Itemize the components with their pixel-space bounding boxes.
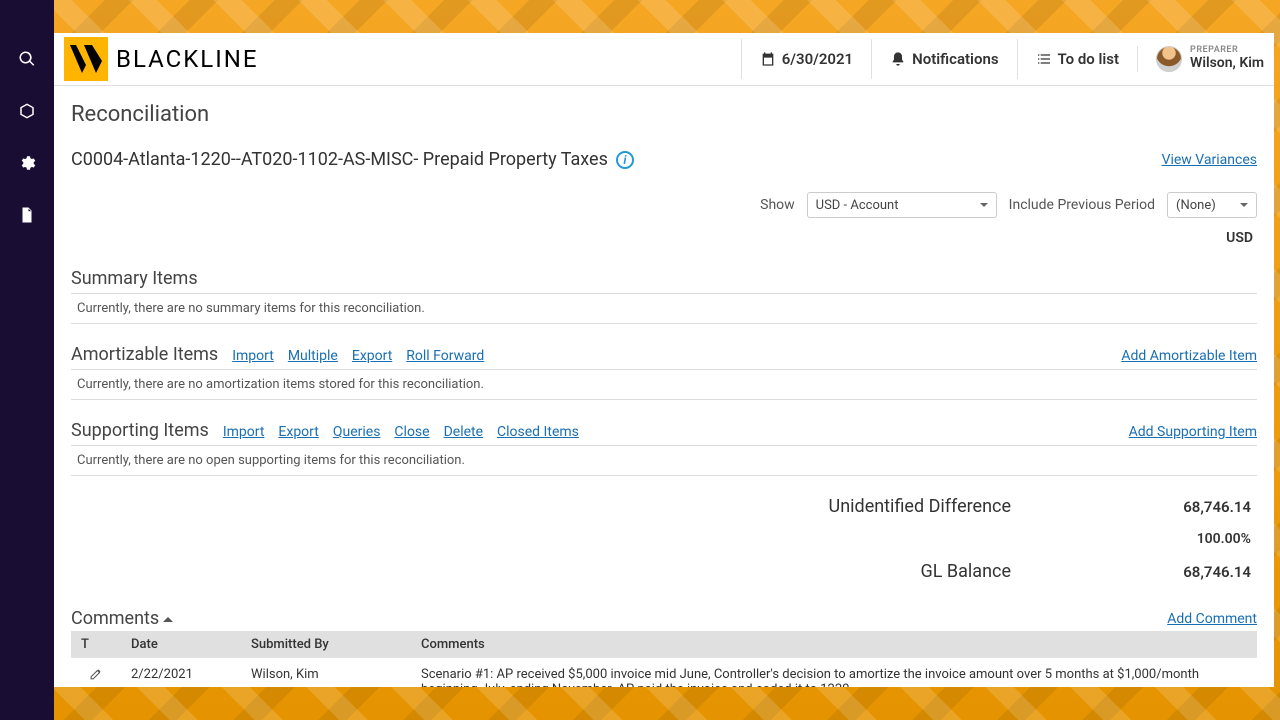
gl-balance-label: GL Balance [920, 561, 1011, 582]
amort-multiple-link[interactable]: Multiple [288, 348, 338, 364]
period-date[interactable]: 6/30/2021 [741, 39, 871, 79]
chevron-up-icon [163, 612, 173, 622]
comment-text: Scenario #1: AP received $5,000 invoice … [411, 658, 1257, 687]
todo-label: To do list [1058, 50, 1120, 68]
comment-by: Wilson, Kim [241, 658, 411, 687]
col-by: Submitted By [241, 631, 411, 658]
document-icon[interactable] [18, 206, 36, 224]
main-panel: BLACKLINE 6/30/2021 Notifications To do … [54, 33, 1274, 687]
logo-mark [64, 37, 108, 81]
supp-close-link[interactable]: Close [394, 424, 429, 440]
col-text: Comments [411, 631, 1257, 658]
comments-table: T Date Submitted By Comments 2/22/2021 W… [71, 631, 1257, 687]
list-check-icon [1036, 51, 1052, 67]
amort-rollforward-link[interactable]: Roll Forward [406, 348, 484, 364]
amort-export-link[interactable]: Export [352, 348, 392, 364]
supporting-empty: Currently, there are no open supporting … [71, 445, 1257, 476]
header-bar: BLACKLINE 6/30/2021 Notifications To do … [54, 33, 1274, 86]
account-name: C0004-Atlanta-1220--AT020-1102-AS-MISC- … [71, 149, 608, 170]
supporting-heading: Supporting Items [71, 420, 209, 441]
unid-diff-value: 68,746.14 [1171, 498, 1251, 516]
calendar-icon [760, 51, 776, 67]
table-row: 2/22/2021 Wilson, Kim Scenario #1: AP re… [71, 658, 1257, 687]
comments-heading[interactable]: Comments [71, 608, 173, 629]
col-date: Date [121, 631, 241, 658]
search-icon[interactable] [18, 50, 36, 68]
currency-label: USD [71, 230, 1257, 246]
col-t: T [71, 631, 121, 658]
left-nav [0, 0, 54, 720]
unid-diff-pct: 100.00% [71, 531, 1251, 547]
add-amortizable-link[interactable]: Add Amortizable Item [1121, 348, 1257, 364]
gear-icon[interactable] [18, 154, 36, 172]
info-icon[interactable]: i [616, 151, 634, 169]
amort-import-link[interactable]: Import [232, 348, 274, 364]
user-name: Wilson, Kim [1190, 56, 1264, 71]
notifications-button[interactable]: Notifications [871, 39, 1016, 79]
logo-text: BLACKLINE [116, 45, 259, 73]
account-title: C0004-Atlanta-1220--AT020-1102-AS-MISC- … [71, 149, 634, 170]
avatar [1156, 46, 1182, 72]
view-variances-link[interactable]: View Variances [1162, 152, 1257, 168]
amortizable-empty: Currently, there are no amortization ite… [71, 369, 1257, 400]
summary-empty: Currently, there are no summary items fo… [71, 293, 1257, 324]
comment-date: 2/22/2021 [121, 658, 241, 687]
show-select[interactable]: USD - Account [807, 192, 997, 218]
logo[interactable]: BLACKLINE [62, 37, 259, 81]
cube-icon[interactable] [18, 102, 36, 120]
include-prev-select[interactable]: (None) [1167, 192, 1257, 218]
supp-import-link[interactable]: Import [223, 424, 265, 440]
page-title: Reconciliation [71, 102, 1257, 127]
notifications-label: Notifications [912, 50, 998, 68]
period-date-text: 6/30/2021 [782, 50, 853, 68]
supp-export-link[interactable]: Export [278, 424, 318, 440]
add-comment-link[interactable]: Add Comment [1167, 611, 1257, 627]
add-supporting-link[interactable]: Add Supporting Item [1129, 424, 1257, 440]
edit-icon[interactable] [89, 667, 103, 681]
amortizable-heading: Amortizable Items [71, 344, 218, 365]
show-label: Show [760, 197, 795, 213]
supp-queries-link[interactable]: Queries [333, 424, 381, 440]
include-prev-label: Include Previous Period [1009, 197, 1155, 213]
gl-balance-value: 68,746.14 [1171, 563, 1251, 581]
summary-heading: Summary Items [71, 268, 198, 289]
todo-button[interactable]: To do list [1017, 39, 1138, 79]
user-menu[interactable]: PREPARER Wilson, Kim [1137, 46, 1264, 72]
unid-diff-label: Unidentified Difference [829, 496, 1011, 517]
supp-closeditems-link[interactable]: Closed Items [497, 424, 579, 440]
bell-icon [890, 51, 906, 67]
supp-delete-link[interactable]: Delete [444, 424, 483, 440]
